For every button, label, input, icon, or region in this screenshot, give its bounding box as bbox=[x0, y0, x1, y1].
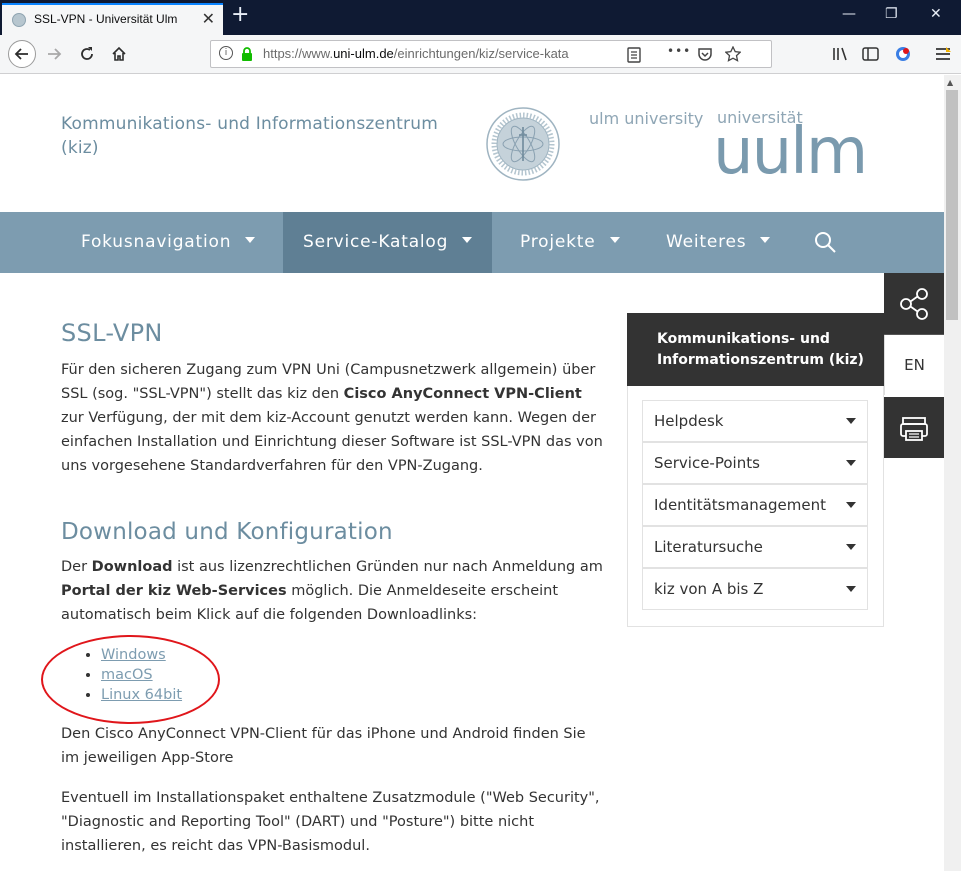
new-tab-button[interactable]: + bbox=[231, 2, 249, 27]
forward-arrow-icon bbox=[48, 48, 62, 60]
page-title: SSL-VPN bbox=[61, 319, 163, 347]
sidebar-toggle-icon[interactable] bbox=[862, 46, 879, 62]
caret-down-icon bbox=[846, 460, 856, 466]
reload-icon bbox=[81, 47, 93, 60]
nav-label: Fokusnavigation bbox=[81, 232, 232, 252]
download-paragraph: Der Download ist aus lizenzrechtlichen G… bbox=[61, 555, 606, 627]
language-switch-button[interactable]: EN bbox=[884, 335, 944, 395]
extension-icon[interactable] bbox=[894, 45, 912, 63]
home-icon bbox=[112, 46, 126, 61]
bookmark-star-icon[interactable] bbox=[725, 46, 741, 62]
address-bar[interactable]: i https://www.uni-ulm.de/einrichtungen/k… bbox=[210, 40, 772, 68]
mobile-paragraph: Den Cisco AnyConnect VPN-Client für das … bbox=[61, 726, 586, 766]
nav-fokusnavigation[interactable]: Fokusnavigation bbox=[61, 212, 275, 273]
url-prefix: https://www. bbox=[263, 46, 334, 61]
download-heading: Download und Konfiguration bbox=[61, 519, 393, 545]
dl-text-1: Der bbox=[61, 559, 92, 575]
browser-titlebar: SSL-VPN - Universität Ulm ✕ + — ❐ ✕ bbox=[0, 0, 961, 35]
sidebar-item-label: Service-Points bbox=[654, 454, 760, 472]
intro-text-2: zur Verfügung, der mit dem kiz-Account g… bbox=[61, 410, 603, 474]
library-icon[interactable] bbox=[832, 46, 848, 62]
reader-view-icon[interactable] bbox=[627, 47, 641, 63]
dl-text-2: ist aus lizenzrechtlichen Gründen nur na… bbox=[172, 559, 603, 575]
main-navigation: Fokusnavigation Service-Katalog Projekte… bbox=[0, 212, 944, 273]
caret-down-icon bbox=[846, 586, 856, 592]
scrollbar-thumb[interactable] bbox=[946, 90, 958, 320]
university-seal-icon[interactable] bbox=[486, 107, 560, 181]
dl-bold-2: Portal der kiz Web-Services bbox=[61, 583, 287, 599]
url-text[interactable]: https://www.uni-ulm.de/einrichtungen/kiz… bbox=[263, 46, 569, 61]
sidebar-item-literatursuche[interactable]: Literatursuche bbox=[642, 526, 868, 568]
english-name: ulm university bbox=[589, 109, 704, 128]
intro-bold: Cisco AnyConnect VPN-Client bbox=[343, 386, 582, 402]
home-button[interactable] bbox=[107, 42, 131, 66]
nav-label: Weiteres bbox=[666, 232, 747, 252]
annotation-ellipse bbox=[41, 635, 220, 724]
window-close-icon[interactable]: ✕ bbox=[930, 6, 942, 22]
sidebar-item-kiz-a-bis-z[interactable]: kiz von A bis Z bbox=[642, 568, 868, 610]
search-icon[interactable] bbox=[813, 230, 837, 254]
caret-down-icon bbox=[609, 237, 620, 243]
modules-paragraph: Eventuell im Installationspaket enthalte… bbox=[61, 790, 600, 854]
sidebar-item-helpdesk[interactable]: Helpdesk bbox=[642, 400, 868, 442]
back-button[interactable] bbox=[8, 40, 36, 68]
web-page: Kommunikations- und Informationszentrum … bbox=[0, 75, 944, 871]
caret-down-icon bbox=[245, 237, 256, 243]
url-domain: uni-ulm.de bbox=[333, 46, 394, 61]
maximize-icon[interactable]: ❐ bbox=[885, 6, 898, 22]
share-button[interactable] bbox=[884, 273, 944, 335]
nav-projekte[interactable]: Projekte bbox=[500, 212, 640, 273]
caret-down-icon bbox=[462, 237, 473, 243]
forward-button[interactable] bbox=[42, 42, 66, 66]
browser-toolbar: i https://www.uni-ulm.de/einrichtungen/k… bbox=[0, 35, 961, 74]
browser-tab[interactable]: SSL-VPN - Universität Ulm ✕ bbox=[2, 3, 223, 35]
close-tab-icon[interactable]: ✕ bbox=[202, 9, 215, 28]
caret-down-icon bbox=[846, 418, 856, 424]
sidebar-item-service-points[interactable]: Service-Points bbox=[642, 442, 868, 484]
pocket-icon[interactable] bbox=[697, 47, 713, 63]
page-actions-icon[interactable]: ••• bbox=[667, 44, 691, 58]
dl-bold-1: Download bbox=[91, 559, 173, 575]
favicon-icon bbox=[12, 13, 26, 27]
print-button[interactable] bbox=[884, 397, 944, 458]
minimize-icon[interactable]: — bbox=[842, 6, 856, 22]
intro-paragraph: Für den sicheren Zugang zum VPN Uni (Cam… bbox=[61, 358, 606, 478]
nav-service-katalog[interactable]: Service-Katalog bbox=[283, 212, 493, 273]
reload-button[interactable] bbox=[75, 42, 99, 66]
sidebar-heading[interactable]: Kommunikations- und Informationszentrum … bbox=[627, 313, 884, 386]
nav-label: Service-Katalog bbox=[303, 232, 449, 252]
print-icon bbox=[900, 417, 928, 441]
back-arrow-icon bbox=[14, 48, 28, 60]
share-icon bbox=[900, 288, 928, 320]
uulm-logo[interactable]: uulm bbox=[713, 115, 868, 189]
sidebar-item-label: Helpdesk bbox=[654, 412, 724, 430]
url-path: /einrichtungen/kiz/service-kata bbox=[393, 46, 569, 61]
hamburger-menu-icon[interactable] bbox=[935, 47, 951, 61]
caret-down-icon bbox=[846, 502, 856, 508]
sidebar-item-identitaetsmanagement[interactable]: Identitätsmanagement bbox=[642, 484, 868, 526]
caret-down-icon bbox=[760, 237, 771, 243]
lock-icon bbox=[242, 47, 252, 61]
caret-down-icon bbox=[846, 544, 856, 550]
kiz-title-link[interactable]: Kommunikations- und Informationszentrum … bbox=[61, 112, 461, 160]
tab-title: SSL-VPN - Universität Ulm bbox=[34, 12, 178, 26]
sidebar-item-label: kiz von A bis Z bbox=[654, 580, 764, 598]
nav-weiteres[interactable]: Weiteres bbox=[646, 212, 790, 273]
scroll-up-icon[interactable]: ▲ bbox=[947, 78, 953, 87]
sidebar-item-label: Literatursuche bbox=[654, 538, 763, 556]
sidebar-item-label: Identitätsmanagement bbox=[654, 496, 826, 514]
nav-label: Projekte bbox=[520, 232, 596, 252]
site-info-icon[interactable]: i bbox=[219, 46, 233, 60]
